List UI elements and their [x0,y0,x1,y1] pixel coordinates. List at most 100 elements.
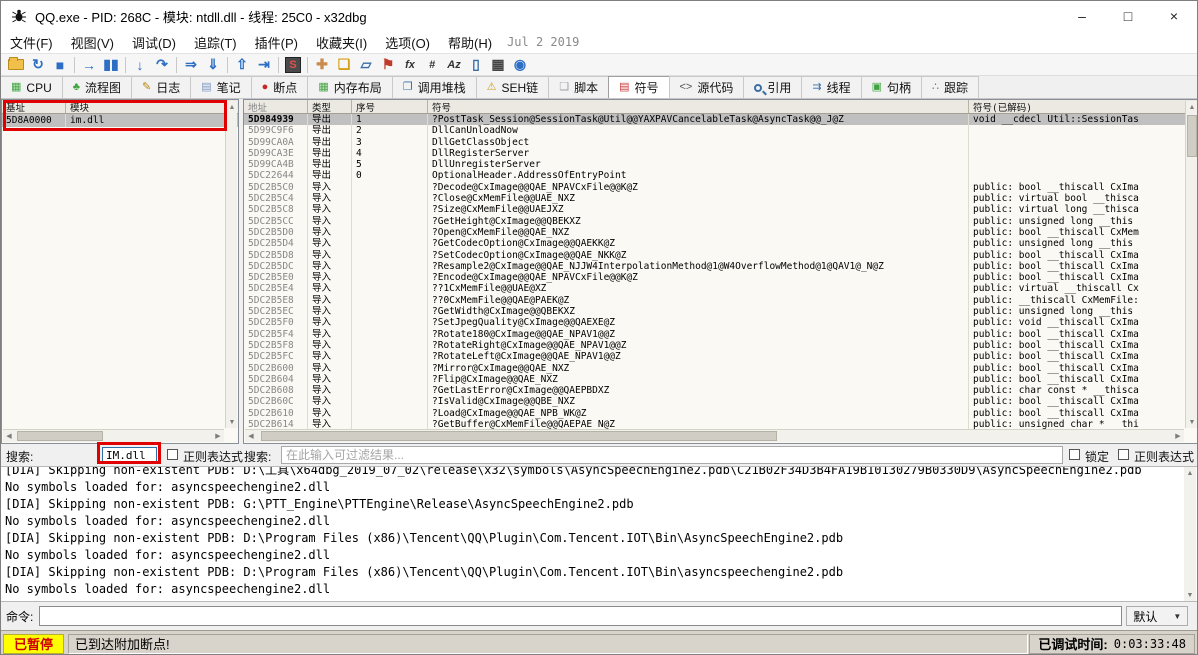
close-button[interactable]: × [1151,1,1197,31]
stop-icon[interactable]: ■ [49,55,71,75]
symbol-row[interactable]: 5DC2B600导入?Mirror@CxImage@@QAE_NXZpublic… [244,363,1198,374]
bookmarks-icon[interactable]: ⚑ [377,55,399,75]
symbol-row[interactable]: 5DC2B5F0导入?SetJpegQuality@CxImage@@QAEXE… [244,317,1198,328]
symbol-row[interactable]: 5DC2B608导入?GetLastError@CxImage@@QAEPBDX… [244,385,1198,396]
hash-icon[interactable]: # [421,55,443,75]
functions-icon[interactable]: fx [399,55,421,75]
log-vertical-scrollbar[interactable]: ▲ ▼ [1184,467,1196,601]
scroll-up-icon[interactable]: ▲ [226,101,238,113]
tab-graph[interactable]: ♣流程图 [62,76,132,98]
symbol-row[interactable]: 5D99CA4B导出5DllUnregisterServer [244,159,1198,170]
scroll-up-icon[interactable]: ▲ [1186,101,1198,113]
modules-vertical-scrollbar[interactable]: ▲ ▼ [225,101,237,428]
menu-debug[interactable]: 调试(D) [123,31,185,54]
filter-input[interactable] [281,446,1063,464]
symbol-row[interactable]: 5DC2B5EC导入?GetWidth@CxImage@@QBEKXZpubli… [244,306,1198,317]
tab-log[interactable]: ✎日志 [131,76,191,98]
regex2-checkbox[interactable] [1118,449,1129,460]
restart-icon[interactable]: ↻ [27,55,49,75]
run-icon[interactable]: → [78,55,100,75]
symbol-row[interactable]: 5DC2B5CC导入?GetHeight@CxImage@@QBEKXZpubl… [244,216,1198,227]
search-input[interactable] [102,447,157,464]
tab-script[interactable]: ❏脚本 [548,76,609,98]
step-over-icon[interactable]: ↷ [151,55,173,75]
step-out-icon[interactable]: ⇓ [202,55,224,75]
symbol-row[interactable]: 5DC2B5F8导入?RotateRight@CxImage@@QAE_NPAV… [244,340,1198,351]
tab-trace[interactable]: ∴跟踪 [921,76,979,98]
scroll-up-icon[interactable]: ▲ [1184,467,1196,479]
run-to-user-code-icon[interactable]: ⇥ [253,55,275,75]
symbol-row[interactable]: 5DC2B5C0导入?Decode@CxImage@@QAE_NPAVCxFil… [244,182,1198,193]
command-input[interactable] [39,606,1122,626]
scroll-down-icon[interactable]: ▼ [1186,416,1198,428]
tab-seh[interactable]: ⚠SEH链 [476,76,550,98]
menu-plugins[interactable]: 插件(P) [246,31,307,54]
symbol-row[interactable]: 5DC2B604导入?Flip@CxImage@@QAE_NXZpublic: … [244,374,1198,385]
modules-icon[interactable]: ▯ [465,55,487,75]
symbol-row[interactable]: 5DC2B610导入?Load@CxImage@@QAE_NPB_WK@Zpub… [244,408,1198,419]
scrollbar-thumb[interactable] [17,431,103,441]
pause-icon[interactable]: ▮▮ [100,55,122,75]
strings-icon[interactable]: Az [443,55,465,75]
tab-source[interactable]: <>源代码 [669,76,745,98]
lock-checkbox[interactable] [1069,449,1080,460]
tab-references[interactable]: 引用 [743,76,802,98]
scroll-left-icon[interactable]: ◀ [245,430,257,442]
column-base[interactable]: 基址 [2,100,66,113]
maximize-button[interactable]: □ [1105,1,1151,31]
column-symbol-undecorated[interactable]: 符号(已解码) [969,100,1198,113]
column-symbol[interactable]: 符号 [428,100,969,113]
menu-options[interactable]: 选项(O) [376,31,439,54]
menu-favourites[interactable]: 收藏夹(I) [307,31,376,54]
tab-notes[interactable]: ▤笔记 [190,76,251,98]
open-folder-icon[interactable] [5,55,27,75]
menu-trace[interactable]: 追踪(T) [185,31,246,54]
scroll-right-icon[interactable]: ▶ [212,430,224,442]
symbol-row[interactable]: 5DC2B60C导入?IsValid@CxImage@@QBE_NXZpubli… [244,396,1198,407]
scroll-right-icon[interactable]: ▶ [1172,430,1184,442]
symbol-row[interactable]: 5DC22644导出0OptionalHeader.AddressOfEntry… [244,170,1198,181]
minimize-button[interactable]: – [1059,1,1105,31]
symbol-row[interactable]: 5DC2B5C4导入?Close@CxMemFile@@UAE_NXZpubli… [244,193,1198,204]
tab-handles[interactable]: ▣句柄 [861,76,922,98]
regex-checkbox[interactable] [167,449,178,460]
patch-icon[interactable]: ✚ [311,55,333,75]
execute-till-return-icon[interactable]: ⇧ [231,55,253,75]
animate-into-icon[interactable]: ⇒ [180,55,202,75]
scroll-down-icon[interactable]: ▼ [226,416,238,428]
step-into-icon[interactable]: ↓ [129,55,151,75]
symbol-row[interactable]: 5DC2B5D0导入?Open@CxMemFile@@QAE_NXZpublic… [244,227,1198,238]
command-profile-dropdown[interactable]: 默认 ▼ [1126,606,1188,626]
column-address[interactable]: 地址 [244,100,308,113]
menu-file[interactable]: 文件(F) [1,31,62,54]
symbol-row[interactable]: 5DC2B5E8导入??0CxMemFile@@QAE@PAEK@Zpublic… [244,295,1198,306]
symbol-row[interactable]: 5D99CA3E导出4DllRegisterServer [244,148,1198,159]
modules-horizontal-scrollbar[interactable]: ◀ ▶ [3,429,224,442]
tab-cpu[interactable]: ▦CPU [0,76,63,98]
module-row[interactable]: 5D8A0000im.dll [2,114,238,127]
symbol-row[interactable]: 5D99C9F6导出2DllCanUnloadNow [244,125,1198,136]
tab-symbols[interactable]: ▤符号 [608,76,669,98]
column-ordinal[interactable]: 序号 [352,100,428,113]
labels-icon[interactable]: ▱ [355,55,377,75]
scrollbar-thumb[interactable] [261,431,777,441]
column-module[interactable]: 模块 [66,100,238,113]
tab-call-stack[interactable]: ❐调用堆栈 [392,76,477,98]
symbol-row[interactable]: 5D984939导出1?PostTask_Session@SessionTask… [244,114,1198,125]
symbol-row[interactable]: 5DC2B5D4导入?GetCodecOption@CxImage@@QAEKK… [244,238,1198,249]
tab-memory-map[interactable]: ▦内存布局 [307,76,392,98]
symbol-row[interactable]: 5DC2B5F4导入?Rotate180@CxImage@@QAE_NPAV1@… [244,329,1198,340]
symbols-vertical-scrollbar[interactable]: ▲ ▼ [1185,101,1197,428]
column-type[interactable]: 类型 [308,100,352,113]
calculator-icon[interactable]: ▦ [487,55,509,75]
menu-help[interactable]: 帮助(H) [439,31,501,54]
symbol-row[interactable]: 5DC2B5C8导入?Size@CxMemFile@@UAEJXZpublic:… [244,204,1198,215]
scrollbar-thumb[interactable] [1187,115,1197,157]
scroll-down-icon[interactable]: ▼ [1184,589,1196,601]
globe-icon[interactable]: ◉ [509,55,531,75]
tab-threads[interactable]: ⇉线程 [801,76,861,98]
scroll-left-icon[interactable]: ◀ [3,430,15,442]
symbol-row[interactable]: 5DC2B5FC导入?RotateLeft@CxImage@@QAE_NPAV1… [244,351,1198,362]
symbol-row[interactable]: 5DC2B5E0导入?Encode@CxImage@@QAE_NPAVCxFil… [244,272,1198,283]
comments-icon[interactable]: ❏ [333,55,355,75]
